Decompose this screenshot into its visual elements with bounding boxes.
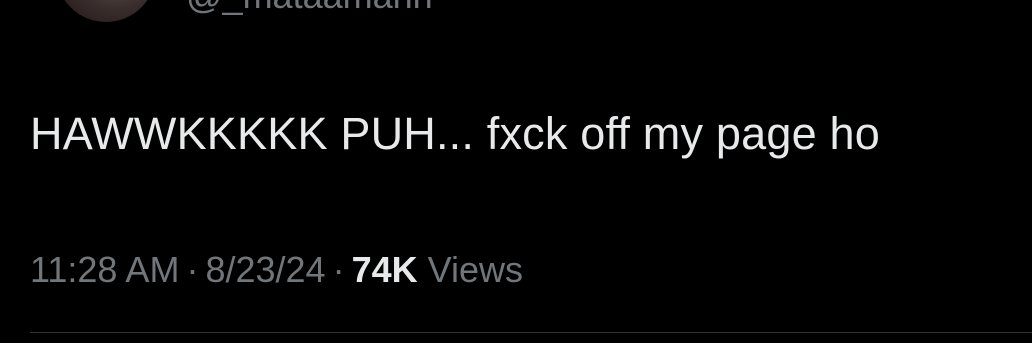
separator-dot: · <box>332 249 345 290</box>
tweet-metadata: 11:28 AM · 8/23/24 · 74K Views <box>30 248 523 292</box>
avatar[interactable] <box>56 0 156 22</box>
separator-dot: · <box>186 249 199 290</box>
tweet-text: HAWWKKKKK PUH... fxck off my page ho <box>30 108 880 159</box>
user-handle[interactable]: @_mataamahh <box>186 0 433 14</box>
tweet-date[interactable]: 8/23/24 <box>205 249 325 290</box>
tweet-time[interactable]: 11:28 AM <box>30 249 179 290</box>
divider <box>30 332 1032 333</box>
views-label[interactable]: Views <box>428 249 523 290</box>
views-count[interactable]: 74K <box>352 249 418 290</box>
